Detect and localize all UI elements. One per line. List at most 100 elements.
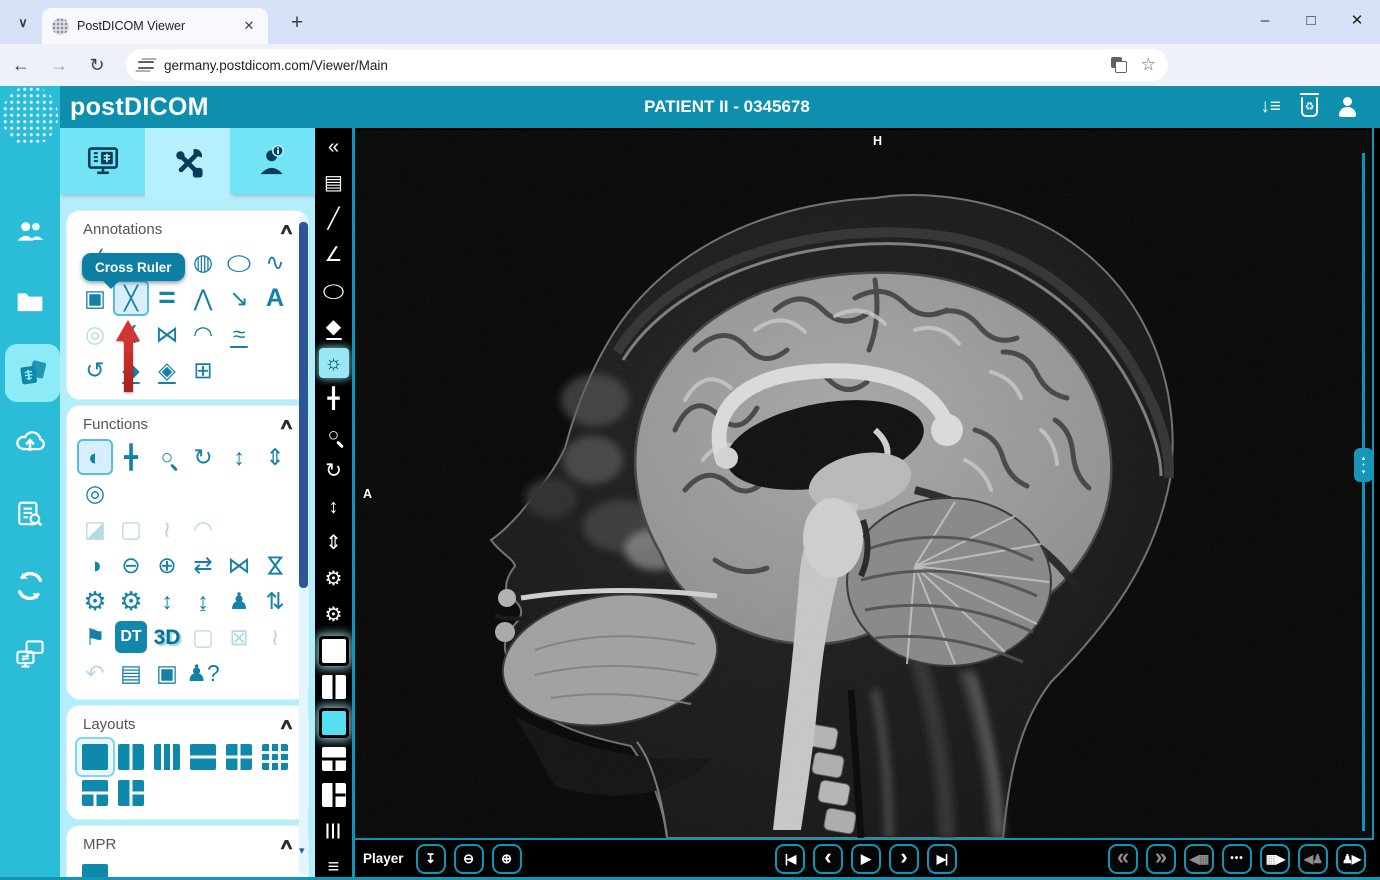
dicom-tags-tool[interactable]: DT	[115, 621, 147, 653]
zoom-in-tool[interactable]: ⊕	[149, 547, 185, 583]
layout-1x1[interactable]	[77, 739, 113, 775]
tab-patient-info[interactable]	[230, 128, 315, 194]
freehand-tool[interactable]: ∿	[257, 244, 293, 280]
back-button[interactable]: ←	[4, 48, 38, 82]
layout-1-left-2-right[interactable]	[113, 775, 149, 811]
panel-scrollbar-thumb[interactable]	[299, 222, 308, 588]
first-image-button[interactable]: |◀	[775, 844, 805, 874]
previous-series-button[interactable]: «	[1108, 844, 1138, 874]
probe-tool[interactable]: ≀	[257, 619, 293, 655]
volume-3d-tool[interactable]: 3D	[149, 619, 185, 655]
reload-button[interactable]: ↻	[80, 48, 114, 82]
sort-images-tool[interactable]: ⇅	[257, 583, 293, 619]
rotate-button[interactable]: ↻	[319, 456, 349, 486]
scroll-stack-button[interactable]: ↕	[319, 492, 349, 522]
window-level-tool[interactable]: ◐	[77, 439, 113, 475]
image-scroll-handle[interactable]: ▴ • ▾	[1354, 448, 1373, 482]
angle-button[interactable]: ∠	[319, 240, 349, 270]
image-viewport[interactable]: H A ▴ • ▾	[355, 128, 1374, 840]
layout-1x1-button[interactable]	[319, 636, 349, 666]
next-series-button[interactable]: »	[1146, 844, 1176, 874]
zoom-out-tool[interactable]: ⊖	[113, 547, 149, 583]
invert-tool[interactable]: ◑	[77, 547, 113, 583]
next-image-button[interactable]: ›	[889, 844, 919, 874]
reset-window-level-button[interactable]: ⚙	[319, 600, 349, 630]
hatched-ellipse-tool[interactable]: ◍	[185, 244, 221, 280]
layout-1x2-button[interactable]	[319, 672, 349, 702]
undo-function-tool[interactable]: ↶	[77, 655, 113, 691]
series-layout-button[interactable]	[319, 708, 349, 738]
save-annotation-tool[interactable]: ⊞	[185, 352, 221, 388]
ruler-button[interactable]: ╱	[319, 204, 349, 234]
eraser-button[interactable]: ◆	[319, 312, 349, 342]
collapse-chevron-icon[interactable]: ∧	[278, 415, 294, 433]
reset-window-level-tool[interactable]: ⚙	[113, 583, 149, 619]
url-text[interactable]: germany.postdicom.com/Viewer/Main	[164, 58, 1101, 73]
functions-header[interactable]: Functions ∧	[67, 406, 308, 435]
collapse-vertical-tool[interactable]: ↨	[185, 583, 221, 619]
pan-tool[interactable]: ╋	[113, 439, 149, 475]
clear-box-tool[interactable]: ⊠	[221, 619, 257, 655]
report-button[interactable]: ▤	[319, 168, 349, 198]
select-box-tool[interactable]: ▢	[185, 619, 221, 655]
layout-3x3[interactable]	[257, 739, 293, 775]
cine-stack-tool[interactable]: ⇕	[257, 439, 293, 475]
window-level-button[interactable]: ☼	[319, 348, 349, 378]
layout-1-left-2-right-button[interactable]	[319, 780, 349, 810]
eraser-tool[interactable]: ◈	[149, 352, 185, 388]
rail-item-query-list[interactable]	[0, 488, 60, 540]
polyline-tool[interactable]: ⋀	[185, 280, 221, 316]
site-settings-icon[interactable]	[138, 58, 154, 72]
layout-rows-button[interactable]: ≡	[319, 852, 349, 880]
patient-orientation-tool[interactable]: ♟	[221, 583, 257, 619]
reset-transform-button[interactable]: ⚙	[319, 564, 349, 594]
localizer-tool[interactable]: ◎	[77, 475, 113, 511]
tab-close-icon[interactable]: ✕	[240, 17, 258, 35]
text-tool[interactable]: A	[257, 280, 293, 316]
layout-1x2[interactable]	[113, 739, 149, 775]
speed-up-button[interactable]: ⊕	[492, 844, 522, 874]
query-patient-tool[interactable]: ♟?	[185, 655, 221, 691]
sort-download-icon[interactable]: ↓≡	[1260, 92, 1281, 122]
rail-item-folders[interactable]	[0, 276, 60, 328]
ellipse-button[interactable]: ◯	[319, 276, 349, 306]
mirror-vertical-tool[interactable]: ⋈	[257, 547, 293, 583]
trash-icon[interactable]: ♻	[1301, 97, 1318, 117]
freehand-region-tool[interactable]: ◠	[185, 511, 221, 547]
annotations-header[interactable]: Annotations ∧	[67, 211, 308, 240]
flip-horizontal-tool[interactable]: ⇄	[185, 547, 221, 583]
point-tool[interactable]: ◎	[77, 316, 113, 352]
reset-transform-tool[interactable]: ⚙	[77, 583, 113, 619]
tab-search-button[interactable]: ∨	[10, 10, 36, 36]
export-image-tool[interactable]: ▤	[113, 655, 149, 691]
collapse-panel-button[interactable]: «	[319, 132, 349, 162]
arrow-tool[interactable]: ↘	[221, 280, 257, 316]
rail-item-image-viewer[interactable]	[5, 344, 60, 402]
expand-vertical-tool[interactable]: ↕	[149, 583, 185, 619]
cine-stack-button[interactable]: ⇕	[319, 528, 349, 558]
layouts-header[interactable]: Layouts ∧	[67, 706, 308, 735]
layout-2x1[interactable]	[185, 739, 221, 775]
spline-tool[interactable]: ≈	[221, 316, 257, 352]
close-button[interactable]: ✕	[1334, 0, 1380, 40]
collapse-chevron-icon[interactable]: ∧	[278, 220, 294, 238]
zoom-button[interactable]: ○	[319, 420, 349, 450]
mirror-horizontal-tool[interactable]: ⋈	[221, 547, 257, 583]
mpr-header[interactable]: MPR ∧	[67, 826, 308, 855]
layout-previous-button[interactable]: ◀▦	[1184, 844, 1214, 874]
closed-freehand-tool[interactable]: ◠	[185, 316, 221, 352]
zoom-tool[interactable]: ○	[149, 439, 185, 475]
new-tab-button[interactable]: +	[282, 8, 312, 38]
layout-3-columns-button[interactable]: |||	[319, 816, 349, 846]
bookmark-star-icon[interactable]: ☆	[1141, 55, 1156, 75]
forward-button[interactable]: →	[42, 48, 76, 82]
last-image-button[interactable]: ▶|	[927, 844, 957, 874]
collapse-chevron-icon[interactable]: ∧	[278, 835, 294, 853]
save-image-tool[interactable]: ▣	[149, 655, 185, 691]
rail-item-remote-devices[interactable]	[0, 628, 60, 680]
account-icon[interactable]	[1338, 97, 1358, 117]
layout-1-top-2-bottom-button[interactable]	[319, 744, 349, 774]
region-select-tool[interactable]: ▢	[113, 511, 149, 547]
patient-previous-button[interactable]: ◀♟	[1298, 844, 1328, 874]
rail-item-sync[interactable]	[0, 560, 60, 612]
